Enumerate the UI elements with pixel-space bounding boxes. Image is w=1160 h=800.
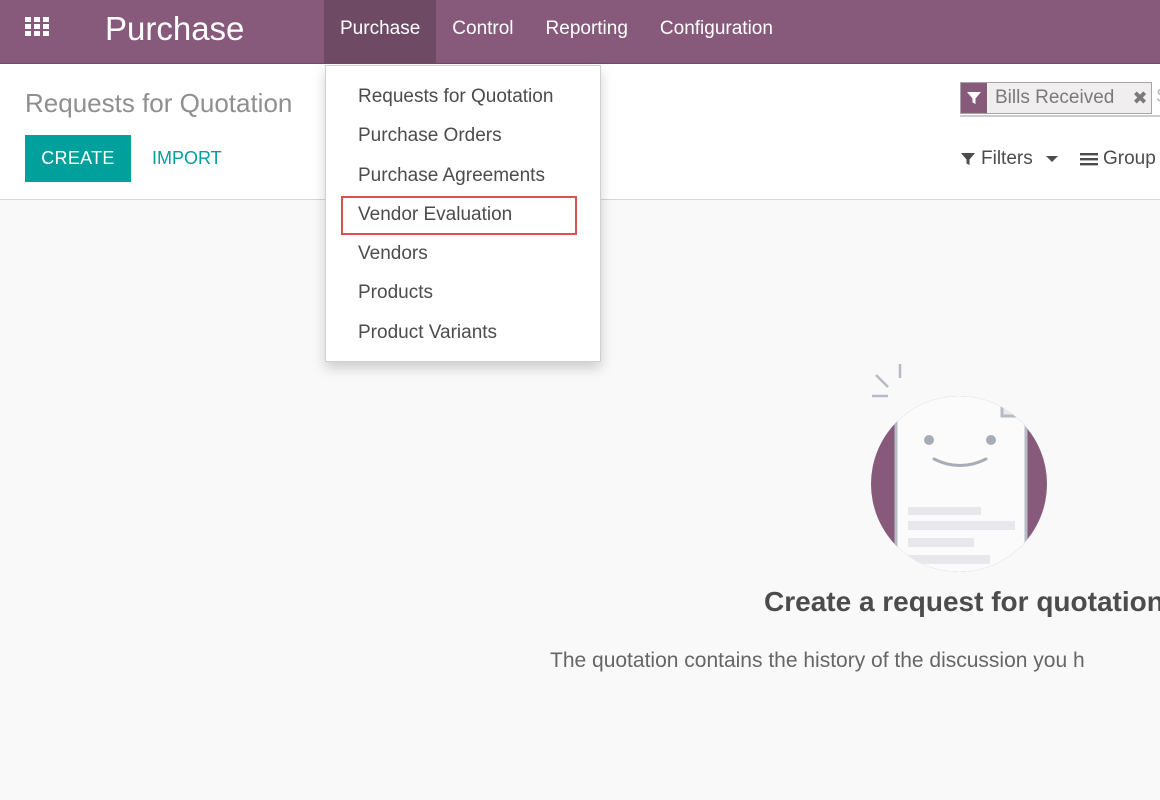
- chevron-down-icon: [1045, 156, 1058, 162]
- empty-document-illustration: [871, 364, 1047, 572]
- group-by-label: Group: [1103, 148, 1156, 169]
- menu-purchase[interactable]: Purchase: [324, 0, 437, 64]
- search-bar[interactable]: Bills Received ✖ S: [960, 81, 1160, 117]
- app-brand-title[interactable]: Purchase: [105, 8, 244, 50]
- purchase-dropdown-menu: Requests for Quotation Purchase Orders P…: [325, 65, 601, 362]
- dropdown-item-purchase-agreements[interactable]: Purchase Agreements: [326, 156, 600, 195]
- dropdown-item-product-variants[interactable]: Product Variants: [326, 313, 600, 352]
- top-navbar: Purchase Purchase Control Reporting Conf…: [0, 0, 1160, 64]
- list-icon: [1080, 153, 1098, 166]
- empty-state-description: The quotation contains the history of th…: [550, 649, 1085, 672]
- group-by-dropdown[interactable]: Group: [1080, 148, 1156, 170]
- dropdown-item-products[interactable]: Products: [326, 273, 600, 312]
- empty-state-title: Create a request for quotation: [764, 586, 1160, 617]
- search-facet: Bills Received ✖: [960, 82, 1152, 114]
- breadcrumb: Requests for Quotation: [25, 88, 293, 118]
- filter-icon: [961, 153, 975, 165]
- menu-reporting[interactable]: Reporting: [530, 0, 644, 64]
- menu-control[interactable]: Control: [436, 0, 529, 64]
- filters-dropdown[interactable]: Filters: [960, 148, 1058, 170]
- facet-label: Bills Received: [995, 87, 1115, 108]
- filters-label: Filters: [981, 148, 1033, 169]
- dropdown-item-vendor-evaluation[interactable]: Vendor Evaluation: [326, 195, 600, 234]
- create-button[interactable]: CREATE: [25, 135, 131, 182]
- apps-grid-icon[interactable]: [25, 17, 53, 39]
- search-input[interactable]: S: [1156, 86, 1160, 108]
- main-menu: Purchase Control Reporting Configuration: [324, 0, 789, 64]
- remove-facet-icon[interactable]: ✖: [1129, 88, 1151, 109]
- dropdown-item-purchase-orders[interactable]: Purchase Orders: [326, 116, 600, 155]
- dropdown-item-requests-for-quotation[interactable]: Requests for Quotation: [326, 77, 600, 116]
- import-button[interactable]: IMPORT: [152, 135, 222, 182]
- filter-icon: [961, 83, 987, 113]
- menu-configuration[interactable]: Configuration: [644, 0, 789, 64]
- dropdown-item-vendors[interactable]: Vendors: [326, 234, 600, 273]
